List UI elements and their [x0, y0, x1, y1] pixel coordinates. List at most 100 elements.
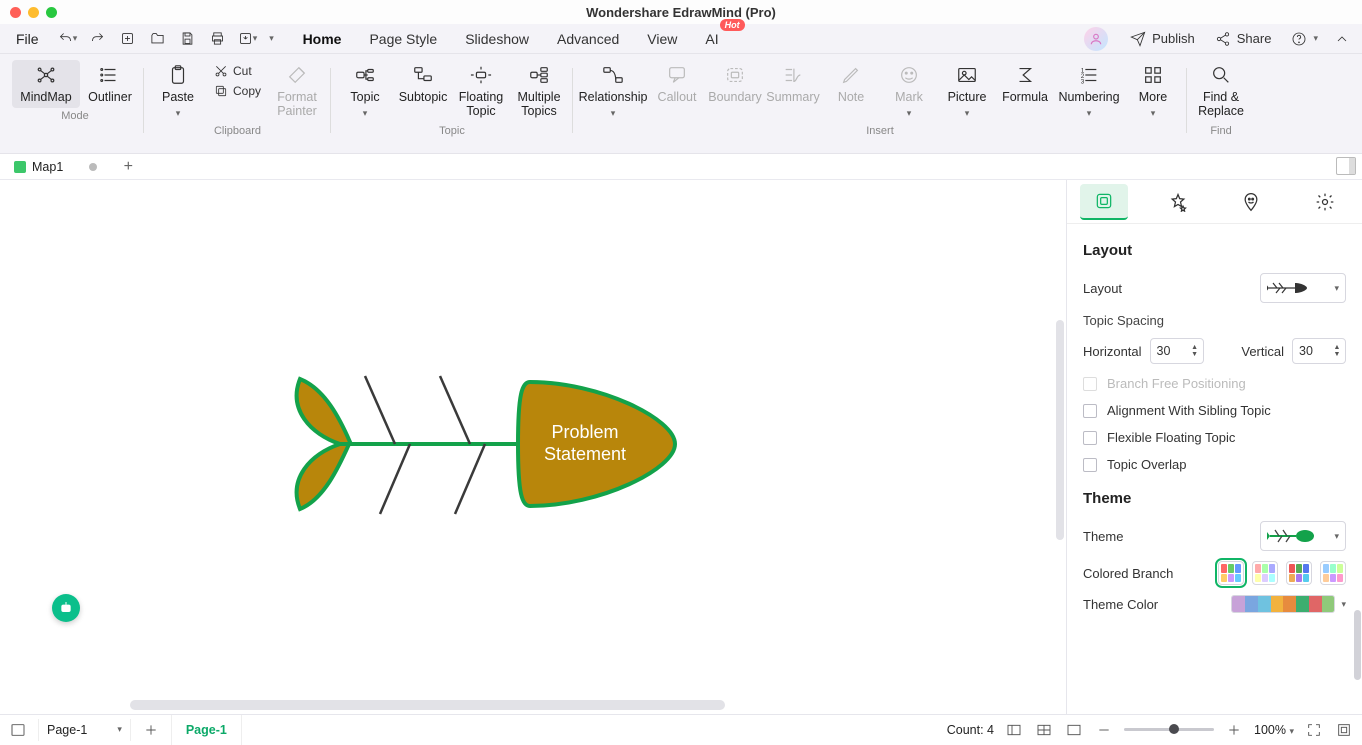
theme-selector[interactable]: ▾	[1260, 521, 1346, 551]
theme-color-selector[interactable]	[1231, 595, 1335, 613]
tab-slideshow[interactable]: Slideshow	[463, 27, 531, 51]
undo-button[interactable]: ▾	[55, 27, 81, 51]
swatch-4[interactable]	[1320, 561, 1346, 585]
swatch-1[interactable]	[1218, 561, 1244, 585]
horizontal-spacing-input[interactable]: 30▲▼	[1150, 338, 1204, 364]
share-label: Share	[1237, 31, 1272, 46]
page-dropdown[interactable]: Page-1▾	[38, 719, 131, 741]
topic-overlap-checkbox[interactable]: Topic Overlap	[1083, 457, 1346, 472]
unsaved-indicator-icon	[89, 163, 97, 171]
view-mode-1[interactable]	[1004, 721, 1024, 739]
vertical-spacing-input[interactable]: 30▲▼	[1292, 338, 1346, 364]
outliner-mode-button[interactable]: Outliner	[82, 60, 138, 108]
file-menu[interactable]: File	[8, 31, 51, 47]
side-panel-tabs	[1067, 180, 1362, 224]
callout-button[interactable]: Callout	[649, 60, 705, 108]
zoom-out-button[interactable]	[1094, 721, 1114, 739]
fullscreen-button[interactable]	[1334, 721, 1354, 739]
fit-page-button[interactable]	[1304, 721, 1324, 739]
formula-label: Formula	[1002, 90, 1048, 104]
floating-topic-button[interactable]: Floating Topic	[453, 60, 509, 123]
quick-access-more[interactable]: ▾	[265, 27, 279, 51]
numbering-label: Numbering	[1058, 90, 1119, 104]
svg-text:3: 3	[1081, 78, 1085, 85]
view-mode-2[interactable]	[1034, 721, 1054, 739]
new-document-button[interactable]: +	[119, 158, 137, 176]
export-button[interactable]: ▾	[235, 27, 261, 51]
fishbone-layout-icon	[1267, 280, 1309, 296]
relationship-button[interactable]: Relationship▾	[579, 60, 647, 123]
redo-button[interactable]	[85, 27, 111, 51]
alignment-label: Alignment With Sibling Topic	[1107, 403, 1271, 418]
user-avatar[interactable]	[1084, 27, 1108, 51]
zoom-level[interactable]: 100% ▾	[1254, 723, 1294, 737]
numbering-button[interactable]: 123Numbering▾	[1055, 60, 1123, 123]
open-button[interactable]	[145, 27, 171, 51]
central-topic-line2[interactable]: Statement	[544, 444, 626, 464]
alignment-sibling-checkbox[interactable]: Alignment With Sibling Topic	[1083, 403, 1346, 418]
page-list-button[interactable]	[8, 721, 28, 739]
mindmap-mode-button[interactable]: MindMap	[12, 60, 80, 108]
canvas-vertical-scrollbar[interactable]	[1056, 320, 1064, 540]
print-button[interactable]	[205, 27, 231, 51]
branch-free-positioning-checkbox: Branch Free Positioning	[1083, 376, 1346, 391]
mark-button[interactable]: Mark▾	[881, 60, 937, 123]
note-button[interactable]: Note	[823, 60, 879, 108]
picture-button[interactable]: Picture▾	[939, 60, 995, 123]
vertical-value: 30	[1299, 344, 1313, 358]
summary-button[interactable]: Summary	[765, 60, 821, 108]
canvas[interactable]: Problem Statement	[0, 180, 1066, 714]
paste-button[interactable]: Paste▾	[150, 60, 206, 123]
more-button[interactable]: More▾	[1125, 60, 1181, 123]
new-button[interactable]	[115, 27, 141, 51]
flexible-floating-checkbox[interactable]: Flexible Floating Topic	[1083, 430, 1346, 445]
side-tab-layout[interactable]	[1080, 184, 1128, 220]
multiple-topics-button[interactable]: Multiple Topics	[511, 60, 567, 123]
swatch-2[interactable]	[1252, 561, 1278, 585]
layout-heading: Layout	[1083, 242, 1346, 259]
side-tab-icon[interactable]	[1227, 184, 1275, 220]
topic-label: Topic	[350, 90, 379, 104]
format-painter-button[interactable]: Format Painter	[269, 60, 325, 123]
document-tab-map1[interactable]: Map1	[6, 160, 105, 174]
publish-button[interactable]: Publish	[1122, 31, 1203, 47]
layout-selector[interactable]: ▾	[1260, 273, 1346, 303]
flexible-label: Flexible Floating Topic	[1107, 430, 1235, 445]
view-mode-3[interactable]	[1064, 721, 1084, 739]
boundary-button[interactable]: Boundary	[707, 60, 763, 108]
copy-button[interactable]: Copy	[208, 82, 267, 100]
tab-ai[interactable]: AIHot	[703, 27, 720, 51]
overlap-label: Topic Overlap	[1107, 457, 1186, 472]
relationship-label: Relationship	[579, 90, 648, 104]
central-topic-line1[interactable]: Problem	[551, 422, 618, 442]
side-tab-settings[interactable]	[1301, 184, 1349, 220]
tab-home[interactable]: Home	[301, 27, 344, 51]
outliner-label: Outliner	[88, 90, 132, 104]
find-replace-label: Find & Replace	[1193, 90, 1249, 119]
tab-page-style[interactable]: Page Style	[367, 27, 439, 51]
find-replace-button[interactable]: Find & Replace	[1193, 60, 1249, 123]
add-page-button[interactable]	[141, 721, 161, 739]
subtopic-button[interactable]: Subtopic	[395, 60, 451, 108]
boundary-label: Boundary	[708, 90, 762, 104]
canvas-horizontal-scrollbar[interactable]	[130, 700, 1060, 710]
zoom-in-button[interactable]	[1224, 721, 1244, 739]
side-panel-body: Layout Layout ▾ Topic Spacing Horizontal…	[1067, 224, 1362, 635]
swatch-3[interactable]	[1286, 561, 1312, 585]
topic-button[interactable]: Topic▾	[337, 60, 393, 123]
side-tab-style[interactable]	[1154, 184, 1202, 220]
share-button[interactable]: Share	[1207, 31, 1280, 47]
tab-view[interactable]: View	[645, 27, 679, 51]
side-panel-scrollbar[interactable]	[1354, 180, 1361, 714]
fishbone-diagram[interactable]: Problem Statement	[280, 364, 680, 524]
formula-button[interactable]: Formula	[997, 60, 1053, 108]
page-tab-1[interactable]: Page-1	[171, 715, 242, 745]
toggle-side-panel-button[interactable]	[1336, 157, 1356, 175]
cut-button[interactable]: Cut	[208, 62, 267, 80]
ai-assistant-button[interactable]	[52, 594, 80, 622]
save-button[interactable]	[175, 27, 201, 51]
tab-advanced[interactable]: Advanced	[555, 27, 621, 51]
zoom-slider[interactable]	[1124, 728, 1214, 731]
collapse-ribbon-button[interactable]	[1330, 31, 1354, 47]
help-button[interactable]: ▾	[1283, 31, 1326, 47]
